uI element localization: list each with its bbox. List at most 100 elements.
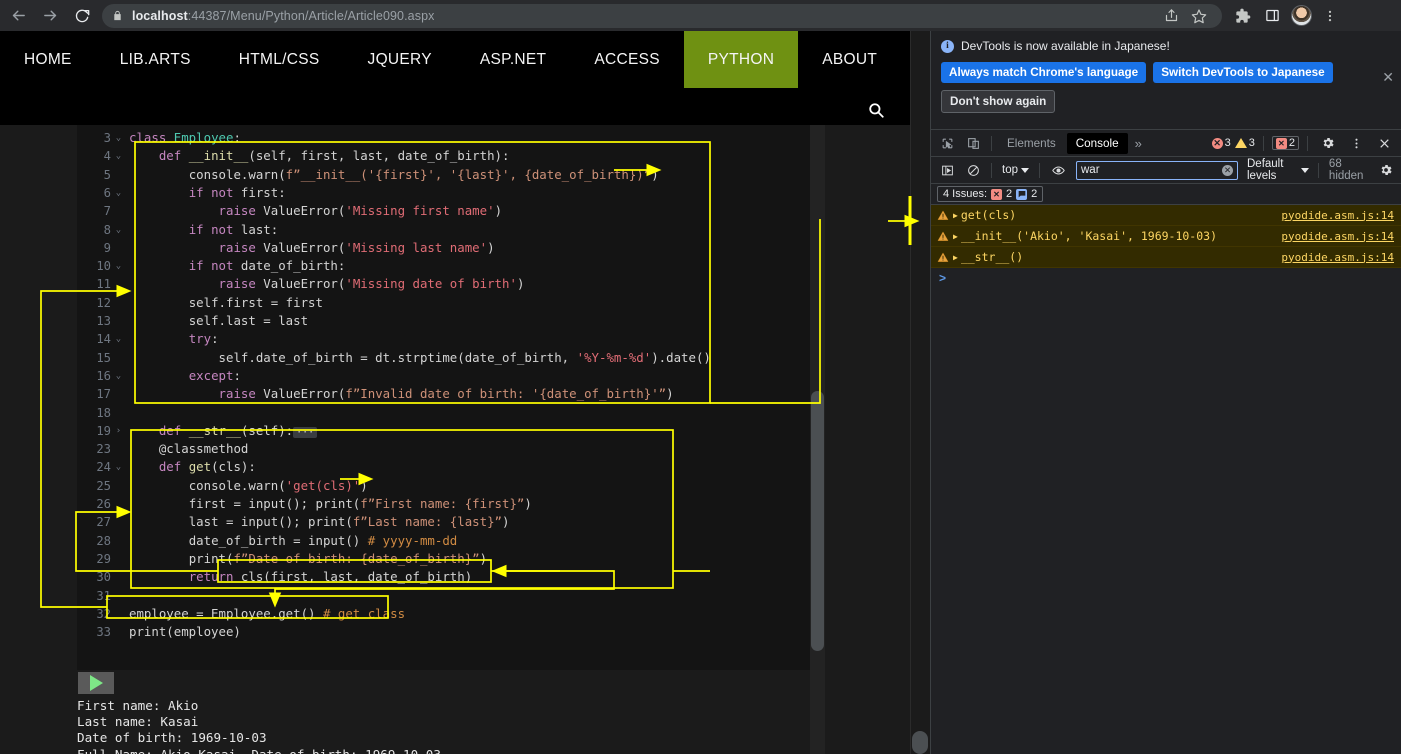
code-line[interactable]: 3 ⌄ class Employee: xyxy=(77,129,810,147)
nav-item-python[interactable]: PYTHON xyxy=(683,31,799,88)
code-line[interactable]: 27 last = input(); print(f”Last name: {l… xyxy=(77,513,810,531)
window-scrollbar-thumb[interactable] xyxy=(912,731,928,754)
avatar-icon[interactable] xyxy=(1288,3,1314,29)
gear-icon[interactable] xyxy=(1374,159,1398,181)
close-icon[interactable]: ✕ xyxy=(1382,69,1394,86)
tab-elements[interactable]: Elements xyxy=(998,133,1065,154)
fold-arrow-icon[interactable] xyxy=(113,477,124,495)
fold-arrow-icon[interactable] xyxy=(113,587,124,605)
more-tabs-icon[interactable]: » xyxy=(1130,136,1147,151)
fold-arrow-icon[interactable]: ⌄ xyxy=(113,221,124,239)
inspect-element-icon[interactable] xyxy=(935,132,959,154)
fold-arrow-icon[interactable] xyxy=(113,166,124,184)
fold-arrow-icon[interactable] xyxy=(113,605,124,623)
code-line[interactable]: 32 employee = Employee.get() # get class xyxy=(77,605,810,623)
side-panel-icon[interactable] xyxy=(1259,3,1285,29)
fold-arrow-icon[interactable]: ⌄ xyxy=(113,330,124,348)
search-icon[interactable] xyxy=(867,101,885,124)
code-editor[interactable]: 3 ⌄ class Employee: 4 ⌄ def __init__(self, f… xyxy=(77,125,810,670)
share-icon[interactable] xyxy=(1158,3,1184,29)
three-dot-menu-icon[interactable] xyxy=(1344,132,1368,154)
nav-item-home[interactable]: HOME xyxy=(0,31,96,88)
fold-arrow-icon[interactable] xyxy=(113,404,124,422)
nav-item-about[interactable]: ABOUT xyxy=(798,31,901,88)
console-sidebar-icon[interactable] xyxy=(935,159,959,181)
fold-arrow-icon[interactable] xyxy=(113,495,124,513)
code-line[interactable]: 30 return cls(first, last, date_of_birth… xyxy=(77,568,810,586)
log-source-link[interactable]: pyodide.asm.js:14 xyxy=(1281,251,1401,264)
live-expression-icon[interactable] xyxy=(1046,159,1070,181)
nav-item-asp-net[interactable]: ASP.NET xyxy=(456,31,570,88)
fold-arrow-icon[interactable]: ⌄ xyxy=(113,367,124,385)
switch-to-japanese-button[interactable]: Switch DevTools to Japanese xyxy=(1153,62,1333,83)
code-line[interactable]: 9 raise ValueError('Missing last name') xyxy=(77,239,810,257)
expand-arrow-icon[interactable]: ▶ xyxy=(953,253,958,262)
error-count[interactable]: ✕ 3 xyxy=(1211,137,1231,149)
fold-arrow-icon[interactable]: ⌄ xyxy=(113,257,124,275)
fold-arrow-icon[interactable] xyxy=(113,312,124,330)
code-line[interactable]: 24 ⌄ def get(cls): xyxy=(77,458,810,476)
fold-arrow-icon[interactable]: ⌄ xyxy=(113,458,124,476)
code-line[interactable]: 33 print(employee) xyxy=(77,623,810,641)
code-line[interactable]: 31 xyxy=(77,587,810,605)
console-filter-input[interactable]: war ✕ xyxy=(1076,160,1238,180)
page-scrollbar-thumb[interactable] xyxy=(811,391,824,651)
back-arrow-icon[interactable] xyxy=(4,2,32,30)
code-line[interactable]: 16 ⌄ except: xyxy=(77,367,810,385)
code-line[interactable]: 10 ⌄ if not date_of_birth: xyxy=(77,257,810,275)
fold-arrow-icon[interactable] xyxy=(113,440,124,458)
code-line[interactable]: 6 ⌄ if not first: xyxy=(77,184,810,202)
nav-item-access[interactable]: ACCESS xyxy=(570,31,684,88)
context-selector[interactable]: top xyxy=(998,164,1033,176)
code-line[interactable]: 19 › def __str__(self): ··· xyxy=(77,422,810,440)
console-log-row[interactable]: ▶ __init__('Akio', 'Kasai', 1969-10-03) py… xyxy=(931,226,1401,247)
code-line[interactable]: 28 date_of_birth = input() # yyyy-mm-dd xyxy=(77,532,810,550)
log-source-link[interactable]: pyodide.asm.js:14 xyxy=(1281,209,1401,222)
forward-arrow-icon[interactable] xyxy=(36,2,64,30)
code-line[interactable]: 14 ⌄ try: xyxy=(77,330,810,348)
fold-arrow-icon[interactable] xyxy=(113,568,124,586)
code-line[interactable]: 12 self.first = first xyxy=(77,294,810,312)
star-icon[interactable] xyxy=(1186,3,1212,29)
tab-console[interactable]: Console xyxy=(1066,132,1128,154)
window-scrollbar-track[interactable] xyxy=(910,31,931,754)
code-line[interactable]: 18 xyxy=(77,404,810,422)
dont-show-again-button[interactable]: Don't show again xyxy=(941,90,1056,113)
code-line[interactable]: 11 raise ValueError('Missing date of bir… xyxy=(77,275,810,293)
issues-bar[interactable]: 4 Issues: ✕ 2 2 xyxy=(931,184,1401,205)
fold-arrow-icon[interactable] xyxy=(113,532,124,550)
console-log-row[interactable]: ▶ __str__() pyodide.asm.js:14 xyxy=(931,247,1401,268)
fold-arrow-icon[interactable] xyxy=(113,202,124,220)
code-line[interactable]: 26 first = input(); print(f”First name: … xyxy=(77,495,810,513)
nav-item-jquery[interactable]: JQUERY xyxy=(344,31,456,88)
log-source-link[interactable]: pyodide.asm.js:14 xyxy=(1281,230,1401,243)
issue-count[interactable]: ✕ 2 xyxy=(1271,136,1299,150)
code-line[interactable]: 5 console.warn(f”__init__('{first}', '{l… xyxy=(77,166,810,184)
clear-console-icon[interactable] xyxy=(961,159,985,181)
fold-arrow-icon[interactable] xyxy=(113,275,124,293)
nav-item-html-css[interactable]: HTML/CSS xyxy=(215,31,344,88)
address-bar[interactable]: localhost:44387/Menu/Python/Article/Arti… xyxy=(102,3,1222,29)
expand-arrow-icon[interactable]: ▶ xyxy=(953,211,958,220)
gear-icon[interactable] xyxy=(1316,132,1340,154)
nav-item-lib-arts[interactable]: LIB.ARTS xyxy=(96,31,215,88)
fold-arrow-icon[interactable] xyxy=(113,385,124,403)
code-line[interactable]: 4 ⌄ def __init__(self, first, last, date_… xyxy=(77,147,810,165)
code-line[interactable]: 29 print(f”Date of birth: {date_of_birth… xyxy=(77,550,810,568)
code-line[interactable]: 17 raise ValueError(f”Invalid date of bi… xyxy=(77,385,810,403)
expand-arrow-icon[interactable]: ▶ xyxy=(953,232,958,241)
puzzle-icon[interactable] xyxy=(1230,3,1256,29)
code-line[interactable]: 8 ⌄ if not last: xyxy=(77,221,810,239)
warning-count[interactable]: 3 xyxy=(1234,137,1255,149)
console-prompt[interactable]: > xyxy=(931,268,1401,287)
three-dot-menu-icon[interactable] xyxy=(1317,3,1343,29)
log-levels-selector[interactable]: Default levels xyxy=(1244,158,1312,182)
device-toolbar-icon[interactable] xyxy=(961,132,985,154)
run-icon[interactable] xyxy=(78,672,114,694)
fold-arrow-icon[interactable] xyxy=(113,294,124,312)
fold-arrow-icon[interactable] xyxy=(113,623,124,641)
close-icon[interactable] xyxy=(1372,132,1396,154)
always-match-language-button[interactable]: Always match Chrome's language xyxy=(941,62,1147,83)
fold-arrow-icon[interactable] xyxy=(113,513,124,531)
fold-arrow-icon[interactable] xyxy=(113,550,124,568)
